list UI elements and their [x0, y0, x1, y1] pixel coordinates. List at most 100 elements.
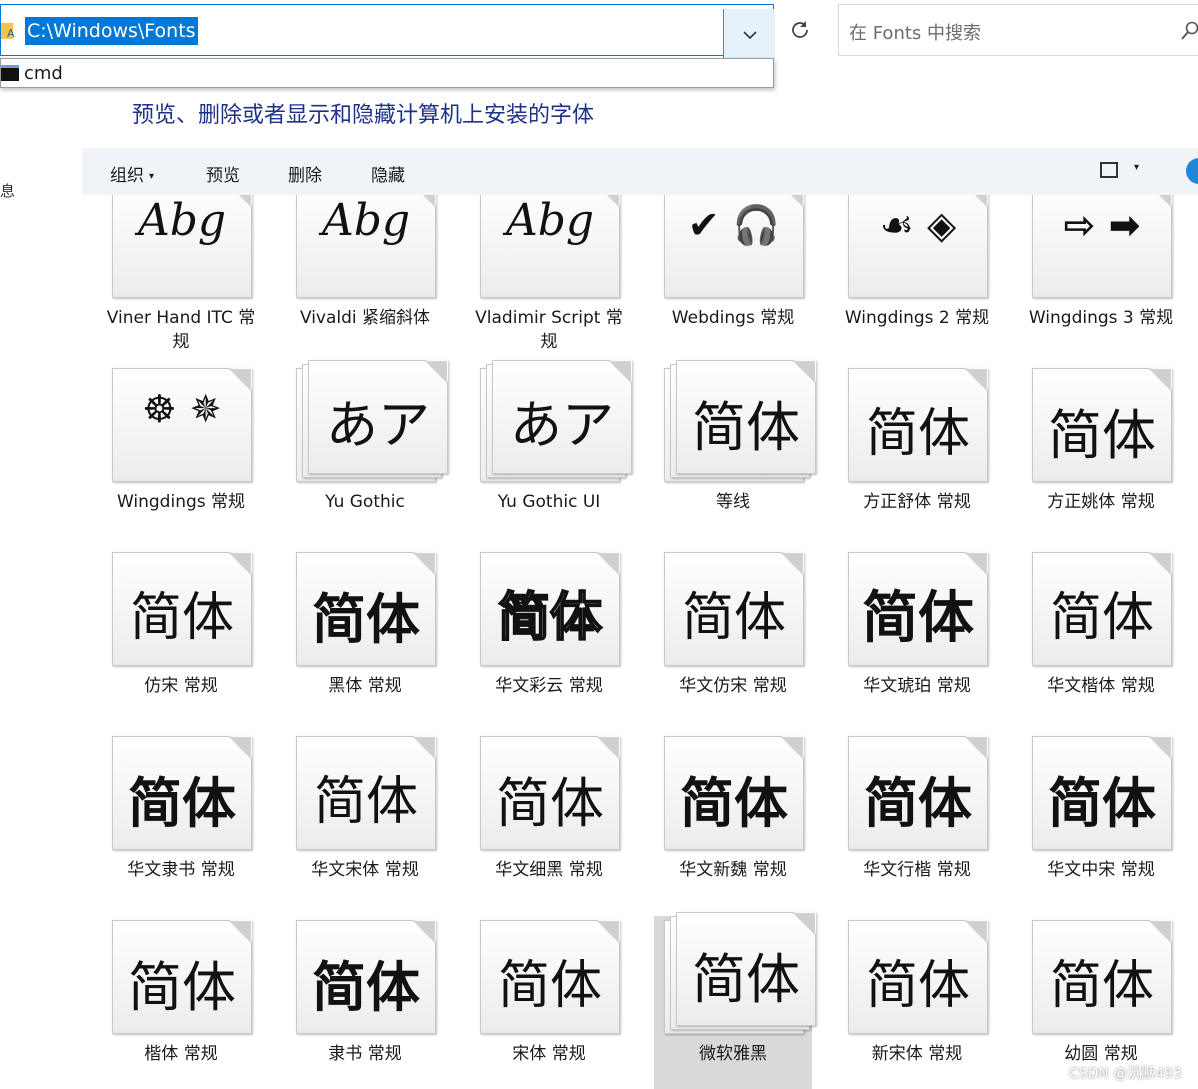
font-file-icon: 简体: [848, 368, 988, 482]
font-name-label: Vivaldi 紧缩斜体: [299, 308, 431, 328]
help-icon[interactable]: [1186, 158, 1198, 184]
font-item[interactable]: 简体 华文宋体 常规: [286, 732, 444, 914]
page-fold-shadow: [793, 913, 815, 935]
font-sample-preview: ☸ ✵: [142, 387, 222, 431]
font-name-label: 华文彩云 常规: [495, 676, 603, 696]
page-fold-shadow: [413, 921, 435, 943]
font-item[interactable]: 简体 黑体 常规: [286, 548, 444, 730]
font-item[interactable]: 简体 等线: [654, 360, 816, 546]
font-file-icon: 简体: [848, 552, 988, 666]
hide-button[interactable]: 隐藏: [371, 161, 405, 186]
page-fold-shadow: [781, 553, 803, 575]
font-file-icon: 简体: [664, 552, 804, 666]
font-name-label: Viner Hand ITC 常规: [106, 308, 256, 352]
font-file-icon: 简体: [676, 912, 816, 1026]
font-name-label: Vladimir Script 常规: [475, 308, 623, 352]
command-bar: 组织 ▾ 预览 删除 隐藏 ▾: [82, 148, 1198, 195]
page-fold-shadow: [229, 921, 251, 943]
font-sample-preview: 简体: [496, 772, 604, 835]
font-item[interactable]: Abg Viner Hand ITC 常规: [102, 195, 260, 362]
font-item[interactable]: 简体 微软雅黑: [654, 912, 816, 1089]
address-path[interactable]: C:\Windows\Fonts: [25, 17, 198, 45]
organize-button[interactable]: 组织 ▾: [110, 161, 154, 186]
page-fold-shadow: [1149, 369, 1171, 391]
font-item[interactable]: 简体 华文行楷 常规: [838, 732, 996, 914]
console-icon: [1, 65, 19, 81]
font-file-icon: 简体: [480, 552, 620, 666]
autocomplete-item[interactable]: cmd: [24, 63, 63, 84]
font-grid: Abg Viner Hand ITC 常规 Abg Vivaldi 紧缩斜体 Abg Vl…: [100, 195, 1198, 1089]
font-item[interactable]: 简体 新宋体 常规: [838, 916, 996, 1089]
font-sample-preview: 简体: [128, 956, 236, 1019]
navigation-pane-fragment: 息: [0, 182, 16, 200]
font-item[interactable]: 简体 华文新魏 常规: [654, 732, 812, 914]
font-item[interactable]: 简体 华文中宋 常规: [1022, 732, 1180, 914]
view-options-icon[interactable]: [1100, 162, 1118, 178]
font-file-icon: ☸ ✵: [112, 368, 252, 482]
font-item[interactable]: Abg Vivaldi 紧缩斜体: [286, 195, 444, 362]
font-file-icon: 简体: [296, 736, 436, 850]
font-name-label: 新宋体 常规: [871, 1044, 963, 1064]
font-file-icon: 简体: [848, 736, 988, 850]
font-item[interactable]: 简体 华文琥珀 常规: [838, 548, 996, 730]
page-fold-shadow: [965, 369, 987, 391]
font-item[interactable]: 简体 方正姚体 常规: [1022, 364, 1180, 546]
font-file-icon: 简体: [664, 736, 804, 850]
font-item[interactable]: 简体 楷体 常规: [102, 916, 260, 1089]
page-fold-shadow: [413, 553, 435, 575]
font-name-label: 华文琥珀 常规: [863, 676, 971, 696]
font-file-icon: 简体: [112, 920, 252, 1034]
font-file-icon: Abg: [112, 195, 252, 298]
font-file-icon: あア: [492, 360, 632, 474]
caret-down-icon: ▾: [149, 171, 155, 182]
font-name-label: Wingdings 3 常规: [1028, 308, 1174, 328]
font-name-label: Yu Gothic: [325, 492, 405, 512]
font-sample-preview: 简体: [692, 396, 800, 459]
font-item[interactable]: ☙ ◈ Wingdings 2 常规: [838, 195, 996, 362]
font-item[interactable]: 简体 宋体 常规: [470, 916, 628, 1089]
font-sample-preview: 简体: [497, 587, 603, 649]
font-item[interactable]: 简体 华文彩云 常规: [470, 548, 628, 730]
font-name-label: 宋体 常规: [512, 1044, 586, 1064]
font-sample-preview: Abg: [321, 195, 411, 246]
font-sample-preview: 简体: [497, 956, 602, 1016]
font-sample-preview: ✔ 🎧: [687, 203, 781, 247]
address-history-dropdown[interactable]: [723, 9, 775, 61]
font-item[interactable]: 简体 方正舒体 常规: [838, 364, 996, 546]
font-name-label: 黑体 常规: [328, 676, 402, 696]
font-sample-preview: 简体: [1048, 772, 1156, 835]
font-file-icon: 简体: [1032, 736, 1172, 850]
font-item[interactable]: 简体 隶书 常规: [286, 916, 444, 1089]
search-box[interactable]: 在 Fonts 中搜索: [838, 4, 1198, 56]
search-placeholder[interactable]: 在 Fonts 中搜索: [849, 19, 981, 45]
font-file-icon: 简体: [848, 920, 988, 1034]
font-item[interactable]: 简体 华文仿宋 常规: [654, 548, 812, 730]
font-item[interactable]: あア Yu Gothic: [286, 360, 448, 546]
font-sample-preview: 简体: [1049, 956, 1154, 1016]
preview-button[interactable]: 预览: [206, 161, 240, 186]
font-item[interactable]: 简体 华文楷体 常规: [1022, 548, 1180, 730]
view-caret-icon[interactable]: ▾: [1134, 162, 1139, 173]
font-sample-preview: 简体: [1048, 404, 1156, 467]
address-autocomplete[interactable]: cmd: [0, 58, 774, 88]
font-file-icon: あア: [308, 360, 448, 474]
font-item[interactable]: ⇨ ➡ Wingdings 3 常规: [1022, 195, 1180, 362]
address-bar[interactable]: A C:\Windows\Fonts: [0, 4, 775, 61]
font-item[interactable]: 简体 华文细黑 常规: [470, 732, 628, 914]
search-icon[interactable]: [1181, 21, 1198, 41]
font-name-label: Wingdings 常规: [116, 492, 246, 512]
font-file-icon: ✔ 🎧: [664, 195, 804, 298]
font-item[interactable]: Abg Vladimir Script 常规: [470, 195, 628, 362]
font-sample-preview: 简体: [865, 956, 970, 1016]
chevron-down-icon: [742, 30, 757, 39]
font-item[interactable]: あア Yu Gothic UI: [470, 360, 632, 546]
font-name-label: Wingdings 2 常规: [844, 308, 990, 328]
font-item[interactable]: ✔ 🎧 Webdings 常规: [654, 195, 812, 362]
font-file-icon: 简体: [1032, 920, 1172, 1034]
refresh-button[interactable]: [776, 4, 824, 56]
font-item[interactable]: 简体 华文隶书 常规: [102, 732, 260, 914]
font-sample-preview: 简体: [864, 772, 972, 835]
font-item[interactable]: ☸ ✵ Wingdings 常规: [102, 364, 260, 546]
delete-button[interactable]: 删除: [288, 161, 322, 186]
font-item[interactable]: 简体 仿宋 常规: [102, 548, 260, 730]
